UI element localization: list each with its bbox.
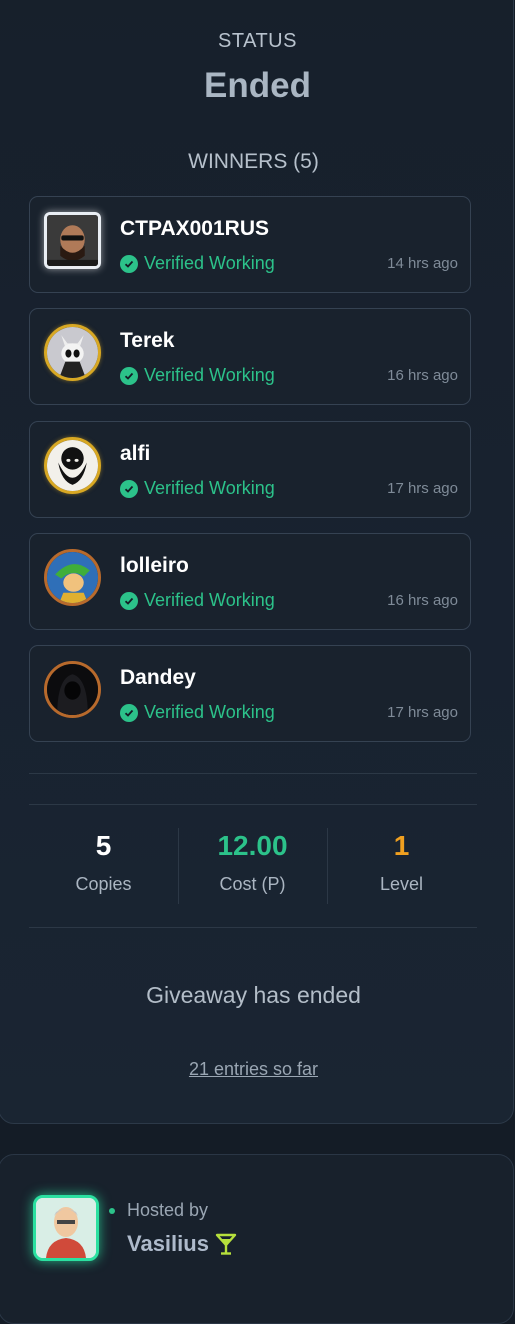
level-value: 1 bbox=[393, 830, 410, 861]
time-ago: 17 hrs ago bbox=[387, 704, 458, 721]
winner-avatar[interactable] bbox=[44, 549, 101, 606]
winner-name[interactable]: Terek bbox=[120, 329, 174, 353]
divider bbox=[29, 927, 477, 928]
winner-avatar[interactable] bbox=[44, 324, 101, 381]
user-photo-icon bbox=[47, 215, 98, 266]
entries-link[interactable]: 21 entries so far bbox=[0, 1059, 507, 1080]
verified-status: Verified Working bbox=[120, 590, 275, 611]
bearded-man-icon bbox=[47, 440, 98, 491]
host-avatar[interactable] bbox=[33, 1195, 99, 1261]
winner-card[interactable]: alfi Verified Working 17 hrs ago bbox=[29, 421, 471, 518]
check-circle-icon bbox=[120, 366, 138, 385]
divider bbox=[29, 773, 477, 774]
verified-label: Verified Working bbox=[144, 478, 275, 498]
hooded-figure-icon bbox=[47, 664, 98, 715]
copies-value: 5 bbox=[95, 830, 112, 861]
knight-mask-icon bbox=[47, 327, 98, 378]
winner-card[interactable]: CTPAX001RUS Verified Working 14 hrs ago bbox=[29, 196, 471, 293]
verified-label: Verified Working bbox=[144, 253, 275, 273]
verified-label: Verified Working bbox=[144, 702, 275, 722]
verified-label: Verified Working bbox=[144, 590, 275, 610]
hosted-by-label: Hosted by bbox=[127, 1200, 209, 1220]
check-circle-icon bbox=[120, 591, 138, 610]
host-name[interactable]: Vasilius bbox=[127, 1231, 237, 1257]
winner-card[interactable]: lolleiro Verified Working 16 hrs ago bbox=[29, 533, 471, 630]
cost-value: 12.00 bbox=[217, 830, 288, 861]
cartoon-hero-icon bbox=[47, 552, 98, 603]
giveaway-ended-message: Giveaway has ended bbox=[146, 982, 361, 1008]
check-circle-icon bbox=[120, 703, 138, 722]
time-ago: 14 hrs ago bbox=[387, 255, 458, 272]
stat-cost: 12.00 Cost (P) bbox=[178, 830, 327, 895]
host-name-text[interactable]: Vasilius bbox=[127, 1231, 209, 1257]
time-ago: 16 hrs ago bbox=[387, 592, 458, 609]
check-circle-icon bbox=[120, 479, 138, 498]
divider bbox=[29, 804, 477, 805]
verified-status: Verified Working bbox=[120, 365, 275, 386]
winner-name[interactable]: Dandey bbox=[120, 666, 196, 690]
online-indicator bbox=[109, 1208, 115, 1214]
verified-label: Verified Working bbox=[144, 365, 275, 385]
stat-level: 1 Level bbox=[327, 830, 476, 895]
verified-status: Verified Working bbox=[120, 702, 275, 723]
stat-copies: 5 Copies bbox=[29, 830, 178, 895]
winner-card[interactable]: Dandey Verified Working 17 hrs ago bbox=[29, 645, 471, 742]
winner-name[interactable]: CTPAX001RUS bbox=[120, 217, 269, 241]
winner-card[interactable]: Terek Verified Working 16 hrs ago bbox=[29, 308, 471, 405]
winners-title: WINNERS (5) bbox=[188, 150, 319, 173]
cost-label: Cost (P) bbox=[219, 874, 286, 894]
time-ago: 16 hrs ago bbox=[387, 367, 458, 384]
verified-status: Verified Working bbox=[120, 253, 275, 274]
winner-name[interactable]: lolleiro bbox=[120, 554, 189, 578]
copies-label: Copies bbox=[75, 874, 132, 894]
winner-avatar[interactable] bbox=[44, 212, 101, 269]
winner-avatar[interactable] bbox=[44, 437, 101, 494]
check-circle-icon bbox=[120, 254, 138, 273]
verified-status: Verified Working bbox=[120, 478, 275, 499]
time-ago: 17 hrs ago bbox=[387, 480, 458, 497]
winner-avatar[interactable] bbox=[44, 661, 101, 718]
level-label: Level bbox=[379, 874, 424, 894]
status-value: Ended bbox=[204, 66, 311, 105]
winner-name[interactable]: alfi bbox=[120, 442, 150, 466]
status-label: STATUS bbox=[218, 30, 297, 52]
cocktail-icon bbox=[215, 1233, 237, 1255]
host-portrait-icon bbox=[36, 1198, 96, 1258]
